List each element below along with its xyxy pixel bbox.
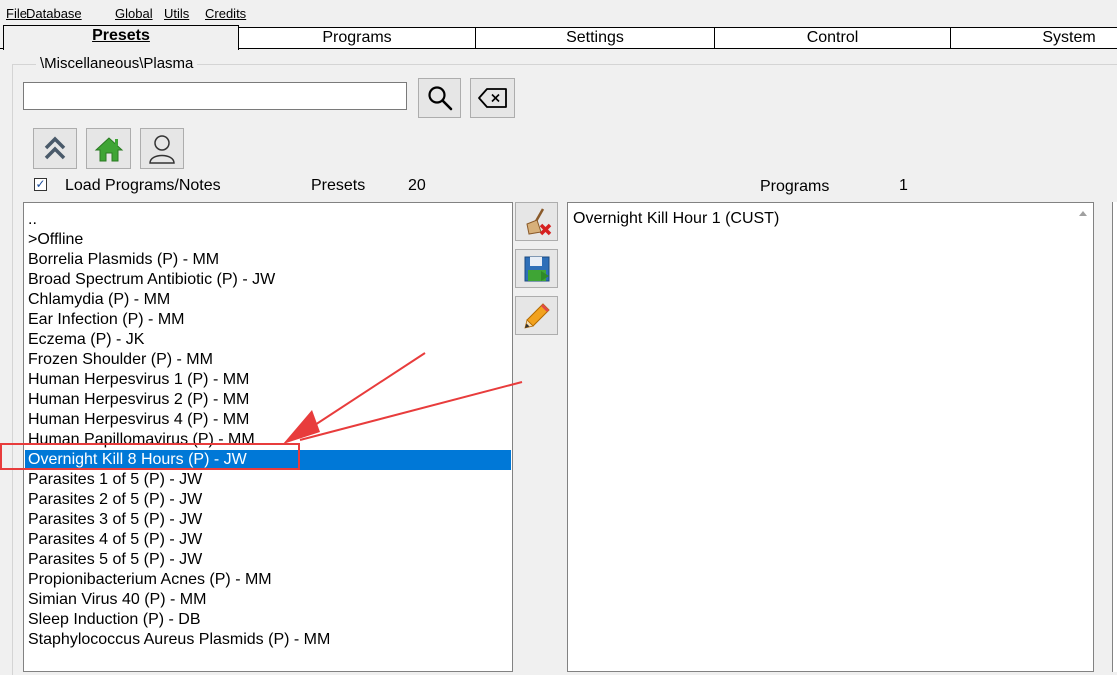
menu-utils[interactable]: Utils <box>164 7 189 21</box>
programs-count-value: 1 <box>899 177 908 194</box>
preset-item[interactable]: Human Papillomavirus (P) - MM <box>28 430 510 450</box>
menu-database[interactable]: Database <box>26 7 82 21</box>
delete-preset-button[interactable] <box>515 202 558 241</box>
preset-item[interactable]: Parasites 1 of 5 (P) - JW <box>28 470 510 490</box>
tab-presets-label: Presets <box>92 27 150 44</box>
search-input[interactable] <box>23 82 407 110</box>
load-programs-checkbox[interactable]: ✓ <box>34 178 47 191</box>
scroll-up-arrow-icon[interactable] <box>1073 203 1093 223</box>
clear-search-button[interactable] <box>470 78 515 118</box>
preset-item[interactable]: Sleep Induction (P) - DB <box>28 610 510 630</box>
floppy-save-icon <box>524 256 549 281</box>
save-preset-button[interactable] <box>515 249 558 288</box>
preset-item[interactable]: Propionibacterium Acnes (P) - MM <box>28 570 510 590</box>
menu-file[interactable]: File <box>6 7 27 21</box>
tab-system-label: System <box>1042 29 1096 46</box>
load-programs-label: Load Programs/Notes <box>65 177 221 194</box>
search-button[interactable] <box>418 78 461 118</box>
broom-delete-icon <box>525 207 551 235</box>
user-icon <box>149 134 175 164</box>
home-icon <box>94 136 123 161</box>
tab-settings[interactable]: Settings <box>475 27 715 48</box>
programs-list[interactable]: Overnight Kill Hour 1 (CUST) <box>567 202 1094 672</box>
presets-list[interactable]: .. >Offline Borrelia Plasmids (P) - MM Broa… <box>23 202 513 672</box>
preset-item[interactable]: Parasites 3 of 5 (P) - JW <box>28 510 510 530</box>
magnifier-icon <box>427 86 452 111</box>
programs-scrollbar[interactable] <box>1073 203 1093 662</box>
tab-programs[interactable]: Programs <box>238 27 476 48</box>
preset-item[interactable]: >Offline <box>28 230 510 250</box>
tab-settings-label: Settings <box>566 29 624 46</box>
tab-control-label: Control <box>806 29 859 46</box>
double-chevron-up-icon <box>44 136 66 159</box>
preset-item[interactable]: Parasites 5 of 5 (P) - JW <box>28 550 510 570</box>
preset-item[interactable]: Chlamydia (P) - MM <box>28 290 510 310</box>
preset-item[interactable]: Ear Infection (P) - MM <box>28 310 510 330</box>
programs-count-label: Programs <box>760 178 830 195</box>
preset-item[interactable]: Human Herpesvirus 4 (P) - MM <box>28 410 510 430</box>
preset-item[interactable]: Borrelia Plasmids (P) - MM <box>28 250 510 270</box>
preset-item[interactable]: Human Herpesvirus 2 (P) - MM <box>28 390 510 410</box>
presets-count-label: Presets <box>311 177 366 194</box>
preset-item[interactable]: Parasites 2 of 5 (P) - JW <box>28 490 510 510</box>
menu-credits[interactable]: Credits <box>205 7 246 21</box>
preset-item[interactable]: Human Herpesvirus 1 (P) - MM <box>28 370 510 390</box>
program-item[interactable]: Overnight Kill Hour 1 (CUST) <box>573 209 1055 229</box>
notes-panel-edge <box>1112 202 1117 672</box>
tab-system[interactable]: System <box>950 27 1117 48</box>
preset-item[interactable]: Simian Virus 40 (P) - MM <box>28 590 510 610</box>
user-button[interactable] <box>140 128 184 169</box>
tab-presets[interactable]: Presets <box>3 25 239 50</box>
preset-item-selected[interactable]: Overnight Kill 8 Hours (P) - JW <box>25 450 511 470</box>
edit-preset-button[interactable] <box>515 296 558 335</box>
presets-count-value: 20 <box>408 177 426 194</box>
preset-item[interactable]: Eczema (P) - JK <box>28 330 510 350</box>
up-folder-button[interactable] <box>33 128 77 169</box>
tab-control[interactable]: Control <box>714 27 951 48</box>
folder-path: \Miscellaneous\Plasma <box>36 55 198 73</box>
pencil-edit-icon <box>523 302 550 329</box>
preset-item[interactable]: Parasites 4 of 5 (P) - JW <box>28 530 510 550</box>
preset-item[interactable]: Frozen Shoulder (P) - MM <box>28 350 510 370</box>
backspace-clear-icon <box>477 88 507 108</box>
preset-item[interactable]: .. <box>28 210 510 230</box>
preset-item[interactable]: Broad Spectrum Antibiotic (P) - JW <box>28 270 510 290</box>
menu-bar: File Database Global Utils Credits <box>0 0 1117 27</box>
preset-item[interactable]: Staphylococcus Aureus Plasmids (P) - MM <box>28 630 510 650</box>
menu-global[interactable]: Global <box>115 7 153 21</box>
tab-programs-label: Programs <box>322 29 392 46</box>
home-button[interactable] <box>86 128 131 169</box>
